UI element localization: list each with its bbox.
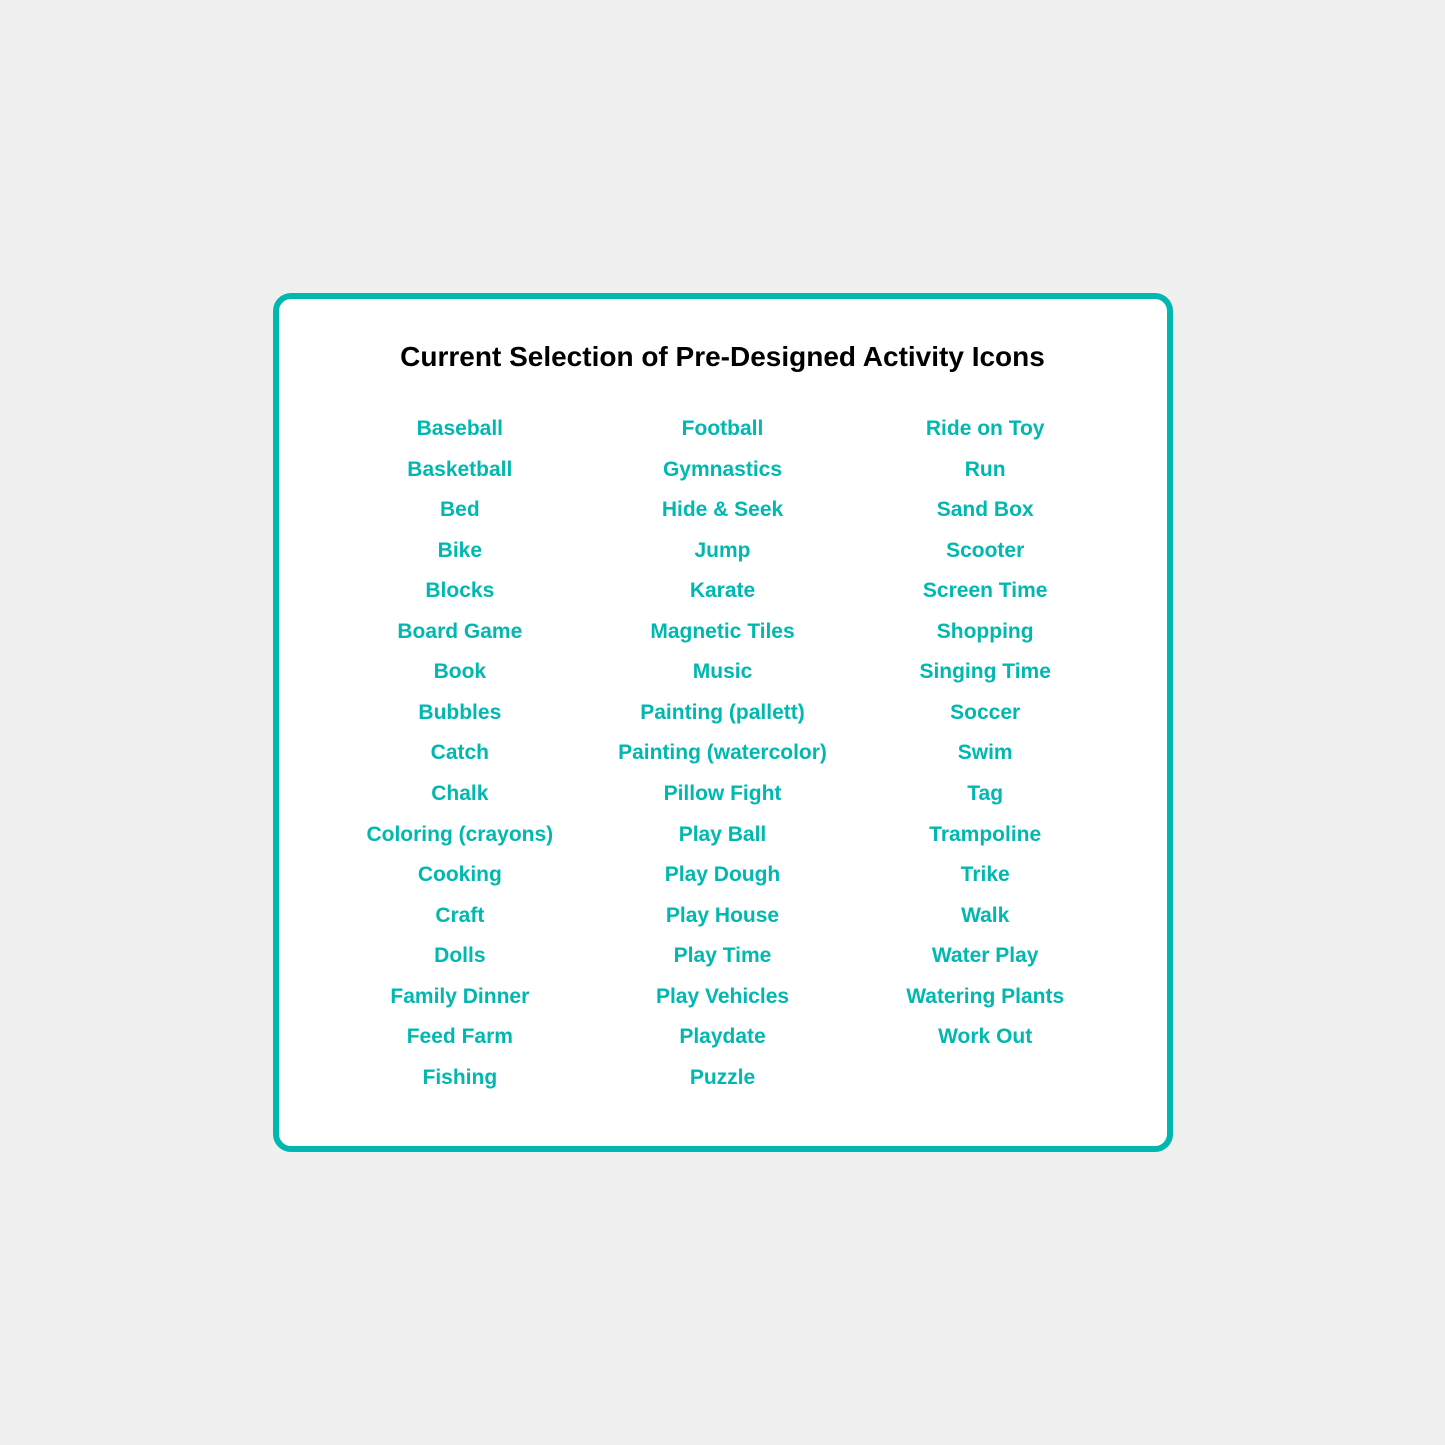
activity-item: Scooter — [946, 533, 1024, 570]
main-card: Current Selection of Pre-Designed Activi… — [273, 293, 1173, 1153]
activity-item: Sand Box — [937, 492, 1034, 529]
activity-item: Trike — [961, 857, 1010, 894]
activity-item: Water Play — [932, 938, 1039, 975]
column-col3: Ride on Toy RunSand Box ScooterScreen Time… — [854, 411, 1117, 1096]
activity-item: Watering Plants — [906, 979, 1064, 1016]
activity-item: Chalk — [431, 776, 488, 813]
activity-item: Karate — [690, 573, 755, 610]
activity-item: Walk — [961, 898, 1009, 935]
activity-item: Bubbles — [418, 695, 501, 732]
activity-item: Painting (pallett) — [640, 695, 805, 732]
activity-item: Catch — [431, 735, 489, 772]
activity-item: Play Dough — [665, 857, 781, 894]
activity-item: Family Dinner — [390, 979, 529, 1016]
activity-item: Singing Time — [919, 654, 1050, 691]
activity-item: Football — [682, 411, 764, 448]
activity-item: Play Ball — [679, 817, 767, 854]
activity-item: Work Out — [938, 1019, 1032, 1056]
columns-container: Baseball BasketballBed BikeBlocks Board Gam… — [329, 411, 1117, 1096]
activity-item: Play Vehicles — [656, 979, 789, 1016]
activity-item: Baseball — [417, 411, 503, 448]
column-col1: Baseball BasketballBed BikeBlocks Board Gam… — [329, 411, 592, 1096]
activity-item: Swim — [958, 735, 1013, 772]
activity-item: Jump — [695, 533, 751, 570]
activity-item: Fishing — [423, 1060, 498, 1097]
activity-item: Tag — [967, 776, 1003, 813]
activity-item: Basketball — [407, 452, 512, 489]
activity-item: Trampoline — [929, 817, 1041, 854]
activity-item: Playdate — [679, 1019, 765, 1056]
activity-item: Craft — [435, 898, 484, 935]
activity-item: Play House — [666, 898, 779, 935]
activity-item: Blocks — [425, 573, 494, 610]
activity-item: Dolls — [434, 938, 485, 975]
activity-item: Bike — [438, 533, 482, 570]
activity-item: Shopping — [937, 614, 1034, 651]
activity-item: Coloring (crayons) — [366, 817, 553, 854]
activity-item: Board Game — [397, 614, 522, 651]
activity-item: Magnetic Tiles — [650, 614, 794, 651]
activity-item: Book — [434, 654, 487, 691]
activity-item: Painting (watercolor) — [618, 735, 827, 772]
activity-item: Music — [693, 654, 753, 691]
activity-item: Ride on Toy — [926, 411, 1045, 448]
activity-item: Run — [965, 452, 1006, 489]
activity-item: Play Time — [674, 938, 772, 975]
column-col2: Football GymnasticsHide & Seek JumpKarate M… — [591, 411, 854, 1096]
activity-item: Hide & Seek — [662, 492, 783, 529]
activity-item: Screen Time — [923, 573, 1048, 610]
activity-item: Bed — [440, 492, 480, 529]
activity-item: Feed Farm — [407, 1019, 513, 1056]
activity-item: Puzzle — [690, 1060, 755, 1097]
activity-item: Gymnastics — [663, 452, 782, 489]
page-title: Current Selection of Pre-Designed Activi… — [329, 339, 1117, 375]
activity-item: Soccer — [950, 695, 1020, 732]
activity-item: Pillow Fight — [664, 776, 782, 813]
activity-item: Cooking — [418, 857, 502, 894]
